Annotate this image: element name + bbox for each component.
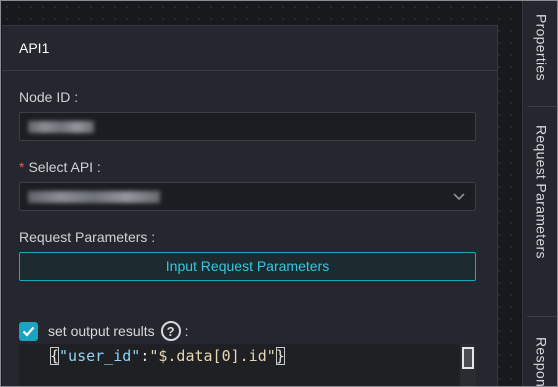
open-brace: { [50,347,60,365]
redacted-node-id [28,121,94,133]
tab-response[interactable]: Response [523,337,557,387]
required-mark: * [19,159,25,175]
output-results-colon: : [184,323,189,339]
tab-divider [527,316,557,317]
node-id-field[interactable] [19,112,476,141]
redacted-api-name [28,191,160,203]
tab-properties[interactable]: Properties [523,14,557,81]
checkmark-icon [22,326,35,337]
app-frame: API1 Node ID : * Select API : Request Par… [0,0,558,387]
code-line: {"user_id":"$.data[0].id"} [50,347,285,365]
node-config-panel: API1 Node ID : * Select API : Request Par… [2,25,498,386]
help-icon[interactable]: ? [160,321,181,341]
panel-header: API1 [2,26,497,71]
code-separator: : [140,347,150,365]
code-value: "$.data[0].id" [149,347,276,365]
tab-response-label: Response [533,337,550,387]
output-results-checkbox[interactable] [19,321,38,341]
side-tab-bar: Properties Request Parameters Response [522,1,557,387]
tab-request-parameters-label: Request Parameters [533,125,550,259]
select-api-label-text: Select API : [28,159,101,175]
tab-properties-label: Properties [533,14,550,81]
code-key: "user_id" [59,347,141,365]
input-request-parameters-button[interactable]: Input Request Parameters [19,252,476,281]
output-code-editor[interactable]: {"user_id":"$.data[0].id"} [19,344,476,386]
select-api-dropdown[interactable] [19,182,476,211]
output-results-label: set output results [48,323,155,339]
close-brace: } [275,347,285,365]
tab-request-parameters[interactable]: Request Parameters [523,125,557,259]
panel-title: API1 [19,40,50,56]
tab-divider [527,106,557,107]
chevron-down-icon [453,193,465,201]
request-parameters-label: Request Parameters : [19,229,156,245]
select-api-label: * Select API : [19,159,101,175]
output-results-row: set output results ? : [19,321,189,341]
editor-scrollbar-thumb[interactable] [462,347,474,369]
node-id-label: Node ID : [19,89,79,105]
